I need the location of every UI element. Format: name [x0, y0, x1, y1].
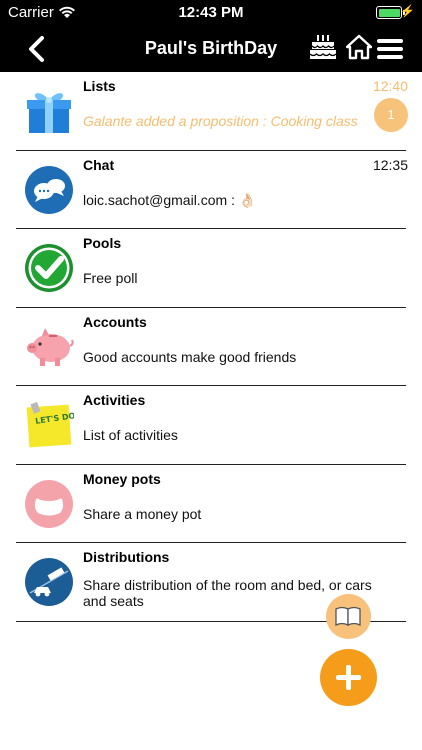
row-title: Pools [83, 235, 122, 251]
navigation-bar: Paul's BirthDay [0, 26, 422, 72]
list-item-pools[interactable]: Pools Free poll [16, 229, 406, 308]
car-bed-icon [25, 558, 73, 606]
sticky-note-icon: LET'S DO IT! [26, 401, 74, 448]
row-subtitle: Free poll [83, 270, 138, 286]
money-pot-icon [25, 479, 73, 528]
charging-icon: ⚡ [400, 4, 415, 18]
row-subtitle: Share a money pot [83, 505, 202, 522]
row-title: Accounts [83, 313, 147, 330]
row-title: Chat [83, 156, 115, 173]
menu-icon[interactable] [376, 38, 404, 60]
plus-icon [336, 665, 361, 690]
book-icon [335, 606, 361, 627]
add-button[interactable] [320, 649, 377, 706]
row-title: Money pots [83, 470, 161, 487]
feature-list: Lists 12:40 Galante added a proposition … [16, 72, 408, 622]
row-title: Lists [83, 78, 116, 94]
row-subtitle: loic.sachot@gmail.com : 👌🏻 [83, 191, 257, 208]
battery-icon [376, 6, 405, 19]
list-item-activities[interactable]: LET'S DO IT! Activities List of activiti… [16, 386, 406, 465]
list-item-money-pots[interactable]: Money pots Share a money pot [16, 465, 406, 543]
notification-badge: 1 [374, 98, 408, 132]
birthday-cake-icon[interactable] [308, 32, 338, 62]
home-icon[interactable] [346, 32, 372, 62]
book-button[interactable] [326, 594, 371, 639]
row-time: 12:35 [372, 156, 408, 173]
list-item-accounts[interactable]: Accounts Good accounts make good friends [16, 308, 406, 386]
row-subtitle: Galante added a proposition : Cooking cl… [83, 113, 358, 129]
status-bar: Carrier 12:43 PM ⚡ [0, 0, 422, 26]
row-subtitle: Good accounts make good friends [83, 348, 297, 365]
chat-bubbles-icon [25, 165, 73, 214]
gift-icon [27, 93, 71, 133]
checkmark-icon [25, 244, 73, 292]
row-title: Distributions [83, 549, 170, 565]
row-title: Activities [83, 392, 146, 408]
row-time: 12:40 [372, 78, 408, 94]
list-item-chat[interactable]: Chat 12:35 loic.sachot@gmail.com : 👌🏻 [16, 151, 408, 229]
row-subtitle: List of activities [83, 427, 178, 443]
status-time: 12:43 PM [178, 4, 244, 21]
piggy-bank-icon [27, 327, 74, 366]
list-item-lists[interactable]: Lists 12:40 Galante added a proposition … [16, 72, 408, 151]
